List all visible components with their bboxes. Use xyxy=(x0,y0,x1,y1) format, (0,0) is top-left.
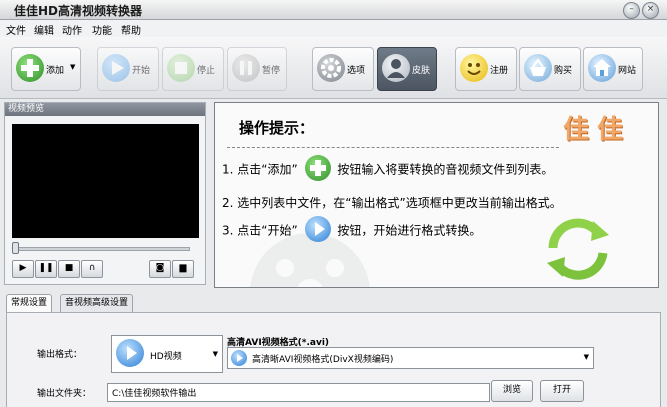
stop-button[interactable]: 停止 xyxy=(162,47,224,91)
tips-divider xyxy=(227,147,559,148)
stop-icon[interactable]: ■ xyxy=(58,260,80,278)
menu-action[interactable]: 动作 xyxy=(62,22,82,37)
avi-format-icon xyxy=(231,350,247,366)
brand-logo: 佳佳 xyxy=(563,115,632,145)
basket-icon xyxy=(524,54,552,82)
folder-icon[interactable]: ▆ xyxy=(172,260,194,278)
chevron-down-icon[interactable]: ▼ xyxy=(70,63,75,71)
add-button[interactable]: 添加 ▼ xyxy=(11,47,81,91)
chevron-down-icon: ▼ xyxy=(212,350,218,358)
menu-file[interactable]: 文件 xyxy=(6,22,26,37)
output-folder-label: 输出文件夹： xyxy=(37,389,92,399)
skin-button[interactable]: 皮肤 xyxy=(377,47,437,91)
tip-step-3: 3. 点击“开始” 按钮，开始进行格式转换。 xyxy=(222,216,481,244)
chevron-down-icon: ▼ xyxy=(583,353,589,361)
stop-icon xyxy=(167,54,195,82)
user-icon xyxy=(382,54,410,82)
video-screen xyxy=(12,124,199,238)
menu-help[interactable]: 帮助 xyxy=(121,22,141,37)
start-button[interactable]: 开始 xyxy=(97,47,159,91)
title-bar: 佳佳HD高清视频转换器 – × xyxy=(0,0,667,20)
output-folder-input[interactable]: C:\佳佳视频软件输出 xyxy=(107,383,490,402)
buy-button[interactable]: 购买 xyxy=(519,47,581,91)
browse-button[interactable]: 浏览 xyxy=(491,380,533,402)
pause-icon[interactable]: ❚❚ xyxy=(35,260,57,278)
play-icon xyxy=(102,54,130,82)
settings-tabs: 常规设置 音视频高级设置 xyxy=(6,294,661,314)
video-preview-panel: 视频预览 ▶ ❚❚ ■ ∩ ◙ ▆ xyxy=(4,102,206,285)
loop-icon[interactable]: ∩ xyxy=(81,260,103,278)
pause-button[interactable]: 暂停 xyxy=(227,47,287,91)
gear-icon xyxy=(317,54,345,82)
window-title: 佳佳HD高清视频转换器 xyxy=(14,4,143,18)
menu-edit[interactable]: 编辑 xyxy=(34,22,54,37)
tip-step-2: 2. 选中列表中文件，在“输出格式”选项框中更改当前输出格式。 xyxy=(222,196,562,210)
plus-icon xyxy=(16,54,44,82)
format-detail-select[interactable]: 高清AVI视频格式(*.avi) 高清晰AVI视频格式(DivX视频编码) ▼ xyxy=(227,335,594,371)
add-plus-icon xyxy=(304,155,331,181)
play-icon[interactable]: ▶ xyxy=(12,260,34,278)
tip-step-1: 1. 点击“添加” 按钮输入将要转换的音视频文件到列表。 xyxy=(222,155,553,183)
menu-bar: 文件 编辑 动作 功能 帮助 xyxy=(0,20,667,37)
tab-general[interactable]: 常规设置 xyxy=(6,294,53,314)
format-category-select[interactable]: HD视频 ▼ xyxy=(111,335,223,373)
settings-panel: 输出格式： HD视频 ▼ 高清AVI视频格式(*.avi) 高清晰AVI视频格式… xyxy=(6,312,661,407)
seek-track[interactable] xyxy=(12,247,190,251)
close-button[interactable]: × xyxy=(642,2,659,19)
seek-handle[interactable] xyxy=(12,242,19,254)
smiley-icon xyxy=(460,54,488,82)
options-button[interactable]: 选项 xyxy=(312,47,374,91)
snapshot-camera-icon[interactable]: ◙ xyxy=(149,260,171,278)
register-button[interactable]: 注册 xyxy=(455,47,517,91)
preview-header: 视频预览 xyxy=(5,103,205,116)
start-play-icon xyxy=(304,216,331,242)
toolbar: 添加 ▼ 开始 停止 暂停 选项 皮肤 注册 购买 网站 xyxy=(0,37,667,99)
output-format-label: 输出格式： xyxy=(37,350,83,360)
menu-function[interactable]: 功能 xyxy=(92,22,112,37)
convert-arrows-icon xyxy=(547,218,609,280)
home-icon xyxy=(588,54,616,82)
hd-video-icon xyxy=(116,339,144,367)
tips-panel: 操作提示： 佳佳 1. 点击“添加” 按钮输入将要转换的音视频文件到列表。 2.… xyxy=(214,102,659,288)
tips-title: 操作提示： xyxy=(239,119,315,137)
website-button[interactable]: 网站 xyxy=(583,47,643,91)
tab-av-advanced[interactable]: 音视频高级设置 xyxy=(60,294,134,313)
minimize-button[interactable]: – xyxy=(623,2,640,19)
pause-icon xyxy=(232,54,260,82)
open-folder-button[interactable]: 打开 xyxy=(540,380,584,402)
